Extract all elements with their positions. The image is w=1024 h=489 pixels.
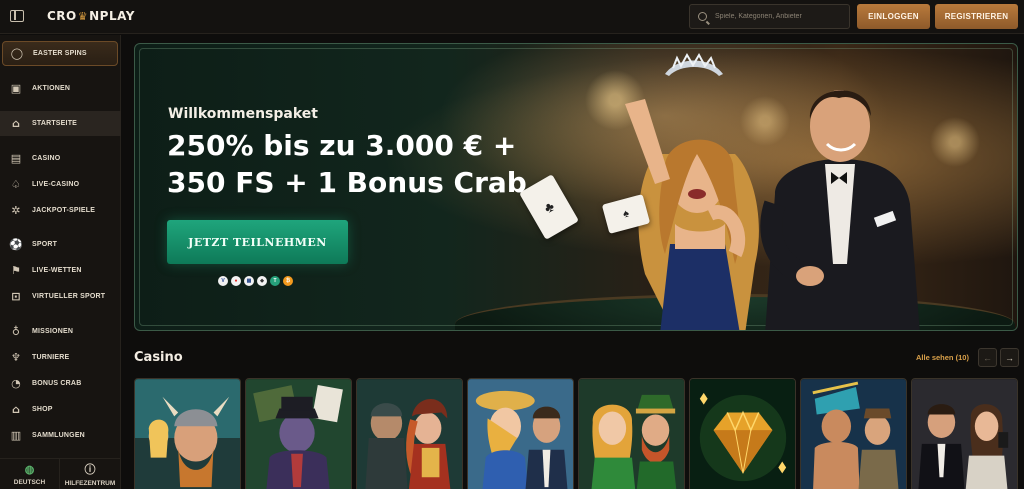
sidebar-item-easter-spins[interactable]: ◯ EASTER SPINS bbox=[2, 41, 118, 66]
pirate-slot-art bbox=[357, 379, 462, 489]
sidebar-item-live-wetten[interactable]: ⚑ LIVE-WETTEN bbox=[2, 258, 118, 283]
payment-methods: V ● ▦ ◆ T ₿ bbox=[218, 276, 293, 286]
hero-banner[interactable]: ♣ ♠ Willkommenspaket 250% bis zu 3.000 €… bbox=[134, 43, 1018, 331]
tiara-illustration bbox=[665, 52, 723, 76]
carnival-slot-art bbox=[468, 379, 573, 489]
sidebar-item-sport[interactable]: ⚽ SPORT bbox=[2, 232, 118, 257]
viking-slot-art bbox=[135, 379, 240, 489]
collections-icon: ▥ bbox=[10, 429, 22, 442]
gangster-slot-art bbox=[246, 379, 351, 489]
search-icon bbox=[698, 12, 707, 21]
sidebar-item-shop[interactable]: ⌂ SHOP bbox=[2, 397, 118, 422]
sidebar-item-label: EASTER SPINS bbox=[33, 50, 87, 57]
ethereum-icon: ◆ bbox=[257, 276, 267, 286]
help-center-link[interactable]: ⓘ HILFEZENTRUM bbox=[60, 459, 120, 489]
sidebar-item-label: MISSIONEN bbox=[32, 328, 74, 335]
logo-text-left: CRO bbox=[47, 9, 77, 23]
sidebar-item-label: TURNIERE bbox=[32, 354, 70, 361]
diamond-slot-art bbox=[690, 379, 795, 489]
trophy-icon: ♆ bbox=[10, 351, 22, 364]
sidebar-item-label: LIVE-CASINO bbox=[32, 181, 80, 188]
carousel-prev-button[interactable]: ← bbox=[978, 348, 997, 367]
language-selector[interactable]: ◍ DEUTSCH bbox=[0, 459, 60, 489]
sidebar-item-turniere[interactable]: ♆ TURNIERE bbox=[2, 345, 118, 370]
sidebar-item-casino[interactable]: ▤ CASINO bbox=[2, 146, 118, 171]
hero-title: 250% bis zu 3.000 € + 350 FS + 1 Bonus C… bbox=[167, 127, 547, 201]
casino-section-title: Casino bbox=[134, 350, 183, 365]
game-tile-gangster[interactable] bbox=[245, 378, 352, 489]
game-tile-viking[interactable] bbox=[134, 378, 241, 489]
sidebar-item-label: BONUS CRAB bbox=[32, 380, 82, 387]
see-all-link[interactable]: Alle sehen (10) bbox=[916, 353, 969, 362]
sidebar-item-label: JACKPOT-SPIELE bbox=[32, 207, 96, 214]
sidebar: ◯ EASTER SPINS ▣ AKTIONEN ⌂ STARTSEITE ▤ CAS… bbox=[0, 35, 121, 489]
sidebar-item-label: AKTIONEN bbox=[32, 85, 71, 92]
logo[interactable]: CRO ♛ NPLAY bbox=[47, 9, 135, 23]
bitcoin-icon: ₿ bbox=[283, 276, 293, 286]
sidebar-item-label: STARTSEITE bbox=[32, 120, 78, 127]
shop-icon: ⌂ bbox=[11, 403, 21, 416]
login-button[interactable]: EINLOGGEN bbox=[857, 4, 930, 29]
arrow-right-icon: → bbox=[1005, 352, 1014, 363]
language-label: DEUTSCH bbox=[13, 478, 46, 486]
live-bets-icon: ⚑ bbox=[10, 264, 22, 277]
game-tile-carnival[interactable] bbox=[467, 378, 574, 489]
game-tile-pirate[interactable] bbox=[356, 378, 463, 489]
join-now-button[interactable]: JETZT TEILNEHMEN bbox=[167, 220, 348, 264]
hero-title-line2: 350 FS + 1 Bonus Crab bbox=[167, 166, 527, 199]
spade-icon: ♤ bbox=[10, 178, 22, 191]
game-tile-diamond[interactable] bbox=[689, 378, 796, 489]
arrow-left-icon: ← bbox=[983, 352, 992, 363]
tether-icon: T bbox=[270, 276, 280, 286]
sidebar-item-label: CASINO bbox=[32, 155, 61, 162]
crown-icon: ♛ bbox=[77, 9, 89, 23]
hero-title-line1: 250% bis zu 3.000 € + bbox=[167, 129, 517, 162]
football-icon: ⚽ bbox=[9, 238, 23, 251]
mastercard-icon: ● bbox=[231, 276, 241, 286]
register-button[interactable]: REGISTRIEREN bbox=[935, 4, 1018, 29]
bank-icon: ▦ bbox=[244, 276, 254, 286]
sidebar-item-label: SAMMLUNGEN bbox=[32, 432, 85, 439]
sidebar-item-missionen[interactable]: ♁ MISSIONEN bbox=[2, 319, 118, 344]
sidebar-item-startseite[interactable]: ⌂ STARTSEITE bbox=[0, 111, 121, 136]
sidebar-item-label: VIRTUELLER SPORT bbox=[32, 293, 106, 300]
sidebar-footer: ◍ DEUTSCH ⓘ HILFEZENTRUM bbox=[0, 458, 121, 489]
home-icon: ⌂ bbox=[11, 117, 21, 130]
gift-icon: ▣ bbox=[10, 82, 22, 95]
leprechaun-slot-art bbox=[579, 379, 684, 489]
sidebar-item-label: SPORT bbox=[32, 241, 58, 248]
hero-subtitle: Willkommenspaket bbox=[168, 106, 318, 122]
visa-icon: V bbox=[218, 276, 228, 286]
medal-icon: ♁ bbox=[11, 325, 21, 338]
help-label: HILFEZENTRUM bbox=[64, 480, 116, 487]
game-tile-aztec[interactable] bbox=[800, 378, 907, 489]
globe-icon: ◍ bbox=[24, 463, 35, 476]
sidebar-item-live-casino[interactable]: ♤ LIVE-CASINO bbox=[2, 172, 118, 197]
logo-text-right: NPLAY bbox=[89, 9, 135, 23]
gamepad-icon: ⊡ bbox=[11, 290, 21, 303]
egg-icon: ◯ bbox=[10, 47, 24, 60]
game-tile-dealer[interactable] bbox=[911, 378, 1018, 489]
jackpot-icon: ✲ bbox=[11, 204, 21, 217]
top-header: CRO♛NPLAY EINLOGGEN REGISTRIEREN bbox=[0, 0, 1024, 34]
sidebar-item-label: SHOP bbox=[32, 406, 53, 413]
search-box[interactable] bbox=[689, 4, 850, 29]
sidebar-item-virtueller-sport[interactable]: ⊡ VIRTUELLER SPORT bbox=[2, 284, 118, 309]
carousel-next-button[interactable]: → bbox=[1000, 348, 1019, 367]
sidebar-toggle-icon[interactable] bbox=[10, 10, 24, 22]
search-input[interactable] bbox=[715, 13, 845, 20]
dealer-slot-art bbox=[912, 379, 1017, 489]
sidebar-item-aktionen[interactable]: ▣ AKTIONEN bbox=[2, 76, 118, 101]
man-illustration bbox=[760, 90, 920, 330]
sidebar-item-jackpot[interactable]: ✲ JACKPOT-SPIELE bbox=[2, 198, 118, 223]
help-icon: ⓘ bbox=[84, 464, 96, 476]
sidebar-item-bonus-crab[interactable]: ◔ BONUS CRAB bbox=[2, 371, 118, 396]
game-tile-leprechaun[interactable] bbox=[578, 378, 685, 489]
slot-machine-icon: ▤ bbox=[10, 152, 22, 165]
aztec-slot-art bbox=[801, 379, 906, 489]
sidebar-item-sammlungen[interactable]: ▥ SAMMLUNGEN bbox=[2, 423, 118, 448]
sidebar-item-label: LIVE-WETTEN bbox=[32, 267, 82, 274]
crab-icon: ◔ bbox=[11, 377, 21, 390]
